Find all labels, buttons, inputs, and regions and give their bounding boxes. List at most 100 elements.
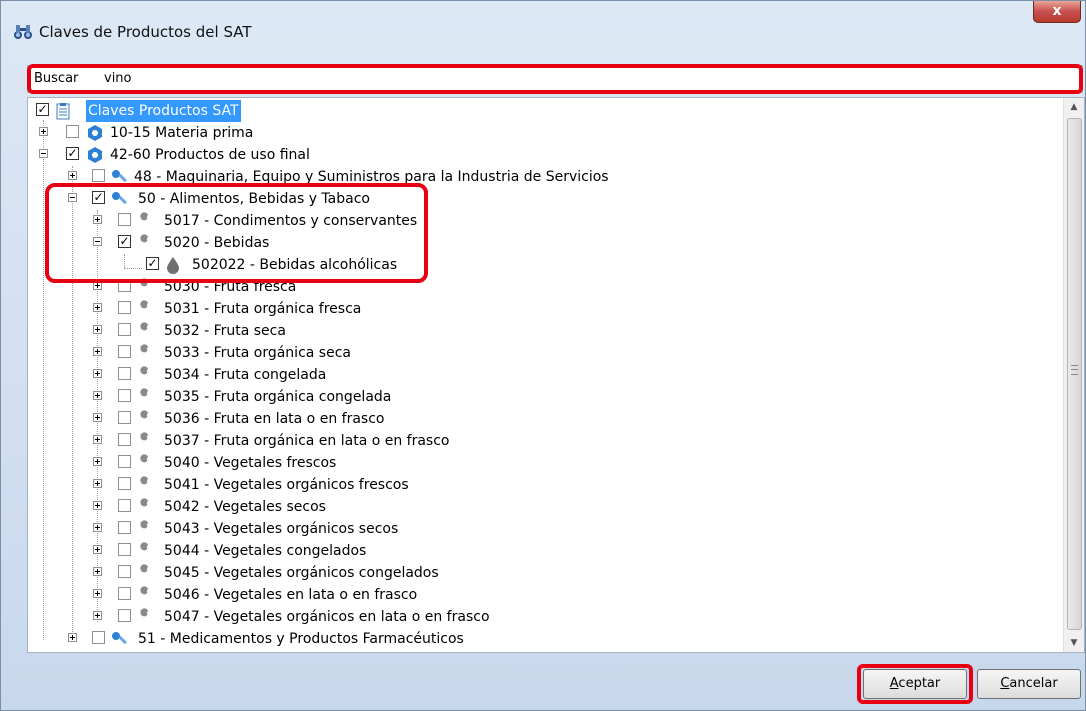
expand-icon[interactable]: [93, 215, 102, 224]
expand-icon[interactable]: [93, 457, 102, 466]
tree-node-label: 51 - Medicamentos y Productos Farmacéuti…: [138, 631, 464, 647]
wrench-icon: [139, 410, 151, 425]
search-input[interactable]: [104, 68, 1074, 88]
expand-icon[interactable]: [93, 325, 102, 334]
tree-line: [43, 120, 44, 640]
expand-icon[interactable]: [93, 501, 102, 510]
checkbox[interactable]: [118, 499, 131, 512]
tree-node-label: 42-60 Productos de uso final: [110, 147, 310, 163]
checkbox[interactable]: [118, 279, 131, 292]
checkbox[interactable]: [118, 521, 131, 534]
checkbox[interactable]: [118, 587, 131, 600]
tree-line: [124, 268, 142, 269]
checkbox[interactable]: [118, 609, 131, 622]
expand-icon[interactable]: [93, 347, 102, 356]
checkbox-checked[interactable]: ✓: [66, 147, 79, 160]
checkbox[interactable]: [118, 477, 131, 490]
vertical-scrollbar[interactable]: ▲ ▼: [1063, 98, 1084, 652]
collapse-icon[interactable]: [93, 237, 102, 246]
binoculars-icon: [14, 25, 32, 39]
tree-node-label: 5045 - Vegetales orgánicos congelados: [164, 565, 439, 581]
expand-icon[interactable]: [93, 479, 102, 488]
tree-node-label: 5041 - Vegetales orgánicos frescos: [164, 477, 409, 493]
checkbox-checked[interactable]: ✓: [36, 103, 49, 116]
wrench-icon: [139, 212, 151, 227]
checkbox[interactable]: [118, 323, 131, 336]
expand-icon[interactable]: [93, 567, 102, 576]
tree-node-label: 5047 - Vegetales orgánicos en lata o en …: [164, 609, 490, 625]
tools-icon: [112, 192, 127, 205]
expand-icon[interactable]: [93, 435, 102, 444]
checkbox[interactable]: [118, 455, 131, 468]
hexagon-icon: [88, 147, 102, 163]
expand-icon[interactable]: [93, 589, 102, 598]
drop-icon: [167, 257, 179, 274]
expand-icon[interactable]: [93, 369, 102, 378]
hexagon-icon: [88, 125, 102, 141]
checkbox[interactable]: [66, 125, 79, 138]
tree-node-label: 10-15 Materia prima: [110, 125, 254, 141]
cancel-button[interactable]: Cancelar: [977, 669, 1081, 699]
tree-line: [124, 254, 125, 268]
expand-icon[interactable]: [39, 127, 48, 136]
wrench-icon: [139, 498, 151, 513]
scroll-up-icon[interactable]: ▲: [1064, 98, 1084, 116]
collapse-icon[interactable]: [39, 149, 48, 158]
expand-icon[interactable]: [93, 391, 102, 400]
expand-icon[interactable]: [93, 413, 102, 422]
checkbox[interactable]: [92, 169, 105, 182]
wrench-icon: [139, 608, 151, 623]
wrench-icon: [139, 520, 151, 535]
checkbox[interactable]: [118, 411, 131, 424]
expand-icon[interactable]: [93, 611, 102, 620]
checkbox[interactable]: [118, 543, 131, 556]
accept-button[interactable]: Aceptar: [863, 669, 967, 699]
checkbox-checked[interactable]: ✓: [92, 191, 105, 204]
expand-icon[interactable]: [93, 545, 102, 554]
tree-node-label: Claves Productos SAT: [86, 100, 241, 122]
tree-node-label: 5037 - Fruta orgánica en lata o en frasc…: [164, 433, 450, 449]
scroll-thumb[interactable]: [1067, 118, 1082, 630]
checkbox-checked[interactable]: ✓: [118, 235, 131, 248]
tree-node-label: 5036 - Fruta en lata o en frasco: [164, 411, 385, 427]
wrench-icon: [139, 366, 151, 381]
expand-icon[interactable]: [93, 303, 102, 312]
checkbox-checked[interactable]: ✓: [146, 257, 159, 270]
tree-view[interactable]: ✓ Claves Productos SAT 10-15 Materia pri…: [27, 97, 1085, 653]
wrench-icon: [139, 476, 151, 491]
search-row: Buscar: [27, 65, 1083, 93]
tools-icon: [112, 632, 127, 645]
tree-node-label: 5017 - Condimentos y conservantes: [164, 213, 418, 229]
wrench-icon: [139, 586, 151, 601]
tree-node-label: 50 - Alimentos, Bebidas y Tabaco: [138, 191, 370, 207]
checkbox[interactable]: [118, 565, 131, 578]
tree-node-label: 5031 - Fruta orgánica fresca: [164, 301, 362, 317]
close-button[interactable]: x: [1033, 1, 1081, 23]
expand-icon[interactable]: [68, 171, 77, 180]
tree-node-label: 5040 - Vegetales frescos: [164, 455, 337, 471]
clipboard-icon: [56, 103, 70, 120]
wrench-icon: [139, 344, 151, 359]
title-bar: Claves de Productos del SAT x: [1, 1, 1085, 57]
collapse-icon[interactable]: [68, 193, 77, 202]
expand-icon[interactable]: [68, 633, 77, 642]
expand-icon[interactable]: [93, 523, 102, 532]
tree-node-label: 5035 - Fruta orgánica congelada: [164, 389, 392, 405]
wrench-icon: [139, 388, 151, 403]
wrench-icon: [139, 564, 151, 579]
checkbox[interactable]: [118, 213, 131, 226]
tree-node-label: 5042 - Vegetales secos: [164, 499, 326, 515]
checkbox[interactable]: [92, 631, 105, 644]
checkbox[interactable]: [118, 389, 131, 402]
checkbox[interactable]: [118, 345, 131, 358]
checkbox[interactable]: [118, 367, 131, 380]
checkbox[interactable]: [118, 433, 131, 446]
tree-node-label: 5032 - Fruta seca: [164, 323, 286, 339]
tree-node-label: 5044 - Vegetales congelados: [164, 543, 367, 559]
scroll-down-icon[interactable]: ▼: [1064, 634, 1084, 652]
checkbox[interactable]: [118, 301, 131, 314]
expand-icon[interactable]: [93, 281, 102, 290]
tree-node-label: 5033 - Fruta orgánica seca: [164, 345, 351, 361]
wrench-icon: [139, 432, 151, 447]
wrench-icon: [139, 234, 151, 249]
